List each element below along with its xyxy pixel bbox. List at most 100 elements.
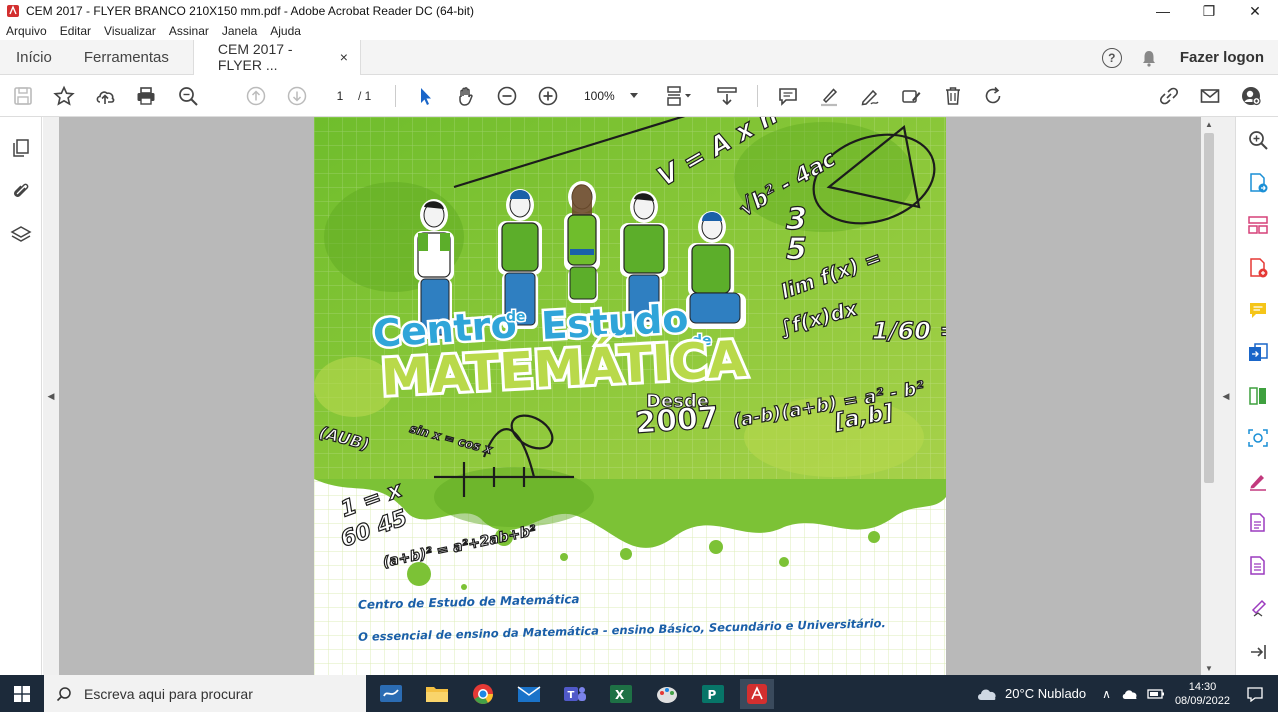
battery-network-icon[interactable] bbox=[1147, 687, 1165, 701]
toolbar-divider bbox=[757, 85, 758, 107]
taskbar-app-whiteboard[interactable] bbox=[374, 679, 408, 709]
tab-close-icon[interactable]: × bbox=[340, 49, 348, 65]
export-pdf-icon[interactable] bbox=[1247, 172, 1269, 194]
help-icon[interactable]: ? bbox=[1101, 47, 1122, 68]
tray-overflow-chevron-icon[interactable]: ∧ bbox=[1102, 687, 1111, 701]
draw-pen-icon[interactable] bbox=[857, 83, 883, 109]
next-page-icon[interactable] bbox=[284, 83, 310, 109]
title-bar: CEM 2017 - FLYER BRANCO 210X150 mm.pdf -… bbox=[0, 0, 1278, 22]
expand-panel-icon[interactable] bbox=[1247, 641, 1269, 663]
bookmark-star-icon[interactable] bbox=[51, 83, 77, 109]
right-panel-collapse-arrow[interactable]: ◀ bbox=[1217, 117, 1235, 675]
tab-bar: Início Ferramentas CEM 2017 - FLYER ... … bbox=[0, 39, 1278, 75]
comment-tool-icon[interactable] bbox=[1247, 299, 1269, 321]
comment-icon[interactable] bbox=[775, 83, 801, 109]
menu-arquivo[interactable]: Arquivo bbox=[6, 24, 47, 38]
email-envelope-icon[interactable] bbox=[1197, 83, 1223, 109]
scroll-up-arrow[interactable]: ▲ bbox=[1201, 117, 1217, 131]
document-viewport[interactable]: V = A x h √b² - 4ac 3 5 lim f(x) = ∫f(x)… bbox=[59, 117, 1201, 675]
share-link-icon[interactable] bbox=[1156, 83, 1182, 109]
compare-files-icon[interactable] bbox=[1247, 385, 1269, 407]
taskbar-search-box[interactable]: Escreva aqui para procurar bbox=[44, 675, 366, 712]
onedrive-cloud-icon[interactable] bbox=[1121, 687, 1139, 701]
menu-editar[interactable]: Editar bbox=[60, 24, 91, 38]
fill-and-sign-icon[interactable] bbox=[1247, 469, 1269, 491]
search-icon bbox=[56, 686, 71, 701]
menu-ajuda[interactable]: Ajuda bbox=[270, 24, 301, 38]
upload-cloud-icon[interactable] bbox=[92, 83, 118, 109]
left-navigation-panel bbox=[0, 117, 42, 675]
taskbar-app-teams[interactable]: T bbox=[558, 679, 592, 709]
more-tools-pen-icon[interactable] bbox=[1247, 597, 1269, 619]
system-tray: 20°C Nublado ∧ 14:30 08/09/2022 bbox=[975, 675, 1278, 712]
taskbar-app-excel[interactable]: X bbox=[604, 679, 638, 709]
start-button[interactable] bbox=[0, 675, 44, 712]
chevron-down-icon bbox=[630, 93, 638, 98]
taskbar-app-acrobat[interactable] bbox=[740, 679, 774, 709]
search-zoom-icon[interactable] bbox=[1247, 129, 1269, 151]
delete-trash-icon[interactable] bbox=[940, 83, 966, 109]
share-user-icon[interactable] bbox=[1238, 83, 1264, 109]
zoom-search-icon[interactable] bbox=[175, 83, 201, 109]
left-panel-collapse-arrow[interactable]: ◀ bbox=[43, 117, 59, 675]
pdf-page: V = A x h √b² - 4ac 3 5 lim f(x) = ∫f(x)… bbox=[314, 117, 946, 675]
menu-assinar[interactable]: Assinar bbox=[169, 24, 209, 38]
combine-files-icon[interactable] bbox=[1247, 342, 1269, 364]
scroll-down-arrow[interactable]: ▼ bbox=[1201, 661, 1217, 675]
zoom-level-dropdown[interactable]: 100% bbox=[578, 85, 644, 107]
weather-cloud-icon bbox=[978, 689, 996, 700]
brand-since-year: 2007 bbox=[634, 400, 720, 441]
select-cursor-icon[interactable] bbox=[412, 83, 438, 109]
acrobat-app-icon bbox=[7, 5, 19, 17]
zoom-out-icon[interactable] bbox=[494, 83, 520, 109]
scrollbar-thumb[interactable] bbox=[1204, 133, 1214, 483]
taskbar-search-placeholder: Escreva aqui para procurar bbox=[84, 685, 253, 702]
login-button[interactable]: Fazer logon bbox=[1180, 49, 1264, 66]
notifications-icon[interactable] bbox=[1246, 686, 1264, 702]
save-icon[interactable] bbox=[10, 83, 36, 109]
highlight-pen-icon[interactable] bbox=[816, 83, 842, 109]
organize-pages-icon[interactable] bbox=[1247, 214, 1269, 236]
window-title: CEM 2017 - FLYER BRANCO 210X150 mm.pdf -… bbox=[26, 4, 474, 18]
create-pdf-icon[interactable] bbox=[1247, 257, 1269, 279]
tab-document[interactable]: CEM 2017 - FLYER ... × bbox=[192, 39, 361, 75]
close-window-button[interactable]: ✕ bbox=[1232, 0, 1278, 22]
attachment-paperclip-icon[interactable] bbox=[10, 180, 32, 202]
scan-ocr-icon[interactable] bbox=[1247, 427, 1269, 449]
scroll-mode-icon[interactable] bbox=[714, 83, 740, 109]
zoom-in-icon[interactable] bbox=[535, 83, 561, 109]
page-display-icon[interactable] bbox=[662, 83, 696, 109]
tab-home[interactable]: Início bbox=[0, 40, 68, 75]
fill-sign-icon[interactable] bbox=[898, 83, 924, 109]
tab-tools[interactable]: Ferramentas bbox=[68, 40, 185, 75]
taskbar-app-paint[interactable] bbox=[650, 679, 684, 709]
hand-tool-icon[interactable] bbox=[453, 83, 479, 109]
tab-document-label: CEM 2017 - FLYER ... bbox=[217, 41, 293, 73]
taskbar-app-mail[interactable] bbox=[512, 679, 546, 709]
svg-text:P: P bbox=[708, 688, 717, 702]
taskbar-app-file-explorer[interactable] bbox=[420, 679, 454, 709]
print-icon[interactable] bbox=[133, 83, 159, 109]
taskbar-app-chrome[interactable] bbox=[466, 679, 500, 709]
clock-date: 08/09/2022 bbox=[1174, 694, 1230, 707]
page-number-input[interactable]: 1 bbox=[326, 85, 354, 107]
layers-icon[interactable] bbox=[10, 224, 32, 246]
page-thumbnails-icon[interactable] bbox=[10, 137, 32, 159]
minimize-button[interactable]: — bbox=[1140, 0, 1186, 22]
vertical-scrollbar[interactable]: ▲ ▼ bbox=[1201, 117, 1217, 675]
rotate-icon[interactable] bbox=[980, 83, 1006, 109]
restore-button[interactable]: ❐ bbox=[1186, 0, 1232, 22]
windows-logo-icon bbox=[14, 685, 30, 702]
taskbar-app-publisher[interactable]: P bbox=[696, 679, 730, 709]
weather-text[interactable]: 20°C Nublado bbox=[1005, 686, 1086, 701]
taskbar-clock[interactable]: 14:30 08/09/2022 bbox=[1175, 680, 1230, 708]
menu-janela[interactable]: Janela bbox=[222, 24, 257, 38]
flyer-artwork: V = A x h √b² - 4ac 3 5 lim f(x) = ∫f(x)… bbox=[314, 117, 946, 675]
page-total: / 1 bbox=[358, 89, 372, 103]
previous-page-icon[interactable] bbox=[243, 83, 269, 109]
bell-icon[interactable] bbox=[1140, 49, 1158, 67]
menu-visualizar[interactable]: Visualizar bbox=[104, 24, 156, 38]
formula-doodle-4: 5 bbox=[786, 232, 807, 267]
protect-pdf-icon[interactable] bbox=[1247, 555, 1269, 577]
edit-pdf-icon[interactable] bbox=[1247, 512, 1269, 534]
